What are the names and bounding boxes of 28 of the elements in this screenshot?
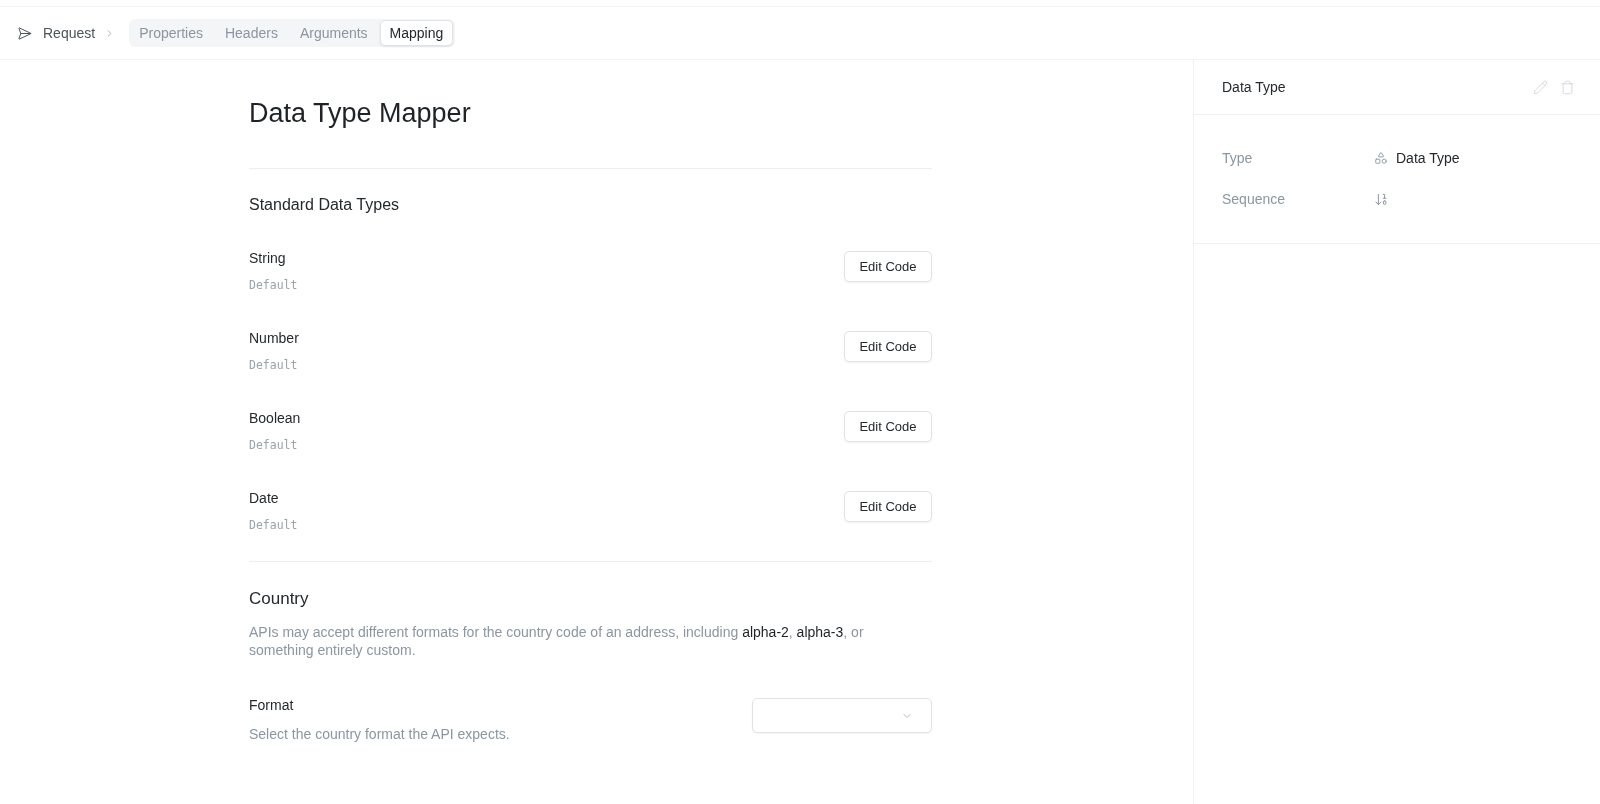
edit-code-button[interactable]: Edit Code xyxy=(844,331,932,362)
property-label: Sequence xyxy=(1222,191,1287,207)
edit-code-button[interactable]: Edit Code xyxy=(844,251,932,282)
sort-icon xyxy=(1374,191,1389,207)
edit-code-button[interactable]: Edit Code xyxy=(844,491,932,522)
edit-code-button[interactable]: Edit Code xyxy=(844,411,932,442)
section-heading: Country xyxy=(249,588,310,610)
property-value: Data Type xyxy=(1396,150,1460,166)
breadcrumb-link[interactable]: Request xyxy=(43,25,96,41)
type-name: Boolean xyxy=(249,409,301,428)
type-value: Default xyxy=(249,437,298,453)
page-title: Data Type Mapper xyxy=(249,97,472,130)
panel-title: Data Type xyxy=(1222,79,1286,95)
type-value: Default xyxy=(249,517,298,533)
field-label: Format xyxy=(249,696,294,715)
section-description: APIs may accept different formats for the country code of an address, including alpha-2, alpha-3, or something entirely custom. xyxy=(249,623,865,659)
type-name: String xyxy=(249,249,286,268)
type-value: Default xyxy=(249,277,298,293)
type-name: Date xyxy=(249,489,279,508)
format-select[interactable] xyxy=(752,698,932,733)
property-label: Type xyxy=(1222,150,1254,166)
type-name: Number xyxy=(249,329,299,348)
tab[interactable]: Mapping xyxy=(379,20,454,46)
section-heading: Standard Data Types xyxy=(249,195,401,215)
send-icon xyxy=(17,25,32,41)
shapes-icon xyxy=(1374,151,1388,165)
type-value: Default xyxy=(249,357,298,373)
field-hint: Select the country format the API expects. xyxy=(249,725,510,743)
